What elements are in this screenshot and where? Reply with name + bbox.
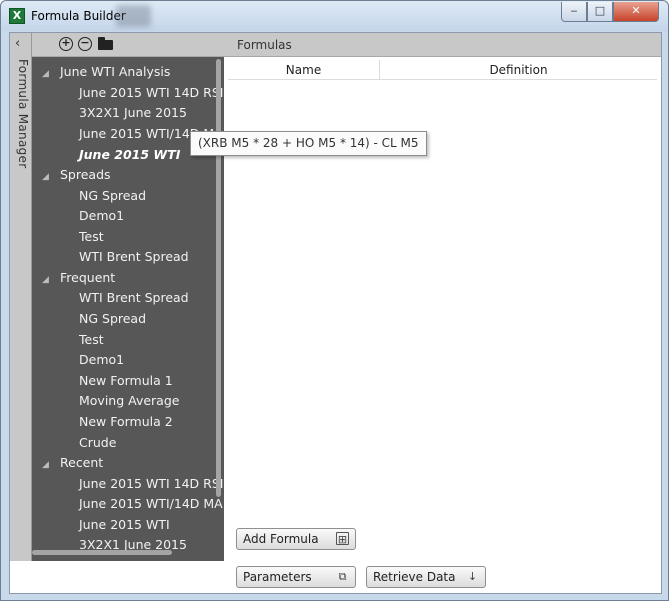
add-formula-icon: ⊞ (336, 532, 349, 546)
formulas-header-title: Formulas (237, 38, 292, 52)
maximize-button[interactable]: □ (587, 2, 613, 22)
tree-item[interactable]: NG Spread (79, 309, 146, 329)
expander-icon[interactable]: ◢ (42, 270, 54, 290)
tree-item[interactable]: Test (79, 330, 104, 350)
tree-group-spreads[interactable]: ◢ Spreads (42, 165, 111, 185)
tree-item[interactable]: NG Spread (79, 186, 146, 206)
formula-grid-header: Name Definition (228, 60, 657, 80)
tree-horizontal-scrollbar[interactable] (32, 550, 172, 555)
formula-manager-strip[interactable]: ‹ Formula Manager (10, 33, 32, 561)
tree-group-label: Frequent (60, 270, 116, 285)
expander-icon[interactable]: ◢ (42, 64, 54, 84)
folder-body-shape (98, 40, 113, 50)
tree-group-recent[interactable]: ◢ Recent (42, 453, 103, 473)
formula-manager-label: Formula Manager (16, 59, 30, 169)
tree-item[interactable]: Moving Average (79, 391, 179, 411)
tree-item[interactable]: Test (79, 227, 104, 247)
parameters-button[interactable]: Parameters ⧉ (236, 566, 356, 588)
collapse-arrow-icon[interactable]: ‹ (15, 36, 20, 51)
tree-group-label: Recent (60, 455, 104, 470)
tree-item[interactable]: Crude (79, 433, 116, 453)
window-title: Formula Builder (31, 9, 126, 23)
tree-item[interactable]: WTI Brent Spread (79, 288, 189, 308)
add-formula-label: Add Formula (243, 532, 319, 546)
tree-item-selected[interactable]: June 2015 WTI (79, 145, 180, 165)
tree-item[interactable]: 3X2X1 June 2015 (79, 103, 187, 123)
tree-item[interactable]: WTI Brent Spread (79, 247, 189, 267)
tree-item[interactable]: New Formula 2 (79, 412, 173, 432)
tree-group-label: June WTI Analysis (60, 64, 171, 79)
expander-icon[interactable]: ◢ (42, 167, 54, 187)
remove-circle-icon[interactable]: − (78, 37, 92, 51)
close-button[interactable]: ✕ (613, 2, 659, 22)
parameters-label: Parameters (243, 570, 312, 584)
formula-tooltip: (XRB M5 * 28 + HO M5 * 14) - CL M5 (190, 131, 427, 156)
add-formula-button[interactable]: Add Formula ⊞ (236, 528, 356, 550)
tree-vertical-scrollbar[interactable] (216, 59, 221, 497)
parameters-popout-icon: ⧉ (338, 570, 347, 583)
tree-group-frequent[interactable]: ◢ Frequent (42, 268, 115, 288)
expander-icon[interactable]: ◢ (42, 455, 54, 475)
tree-item[interactable]: New Formula 1 (79, 371, 173, 391)
formula-builder-window: X Formula Builder ‒ □ ✕ ‹ Formula Manage… (0, 0, 669, 601)
tree-item[interactable]: Demo1 (79, 206, 124, 226)
column-header-definition[interactable]: Definition (380, 60, 657, 80)
tree-item[interactable]: June 2015 WTI/14D MA (79, 494, 223, 514)
tree-group-label: Spreads (60, 167, 111, 182)
blurred-title-region (116, 5, 151, 27)
header-bar: + − Formulas (32, 33, 661, 57)
add-circle-icon[interactable]: + (59, 37, 73, 51)
column-header-name[interactable]: Name (228, 60, 380, 80)
title-bar[interactable]: X Formula Builder ‒ □ ✕ (1, 1, 668, 31)
client-area: ‹ Formula Manager + − Formulas ◢ June WTI… (9, 32, 662, 594)
tree-group-june-wti-analysis[interactable]: ◢ June WTI Analysis (42, 62, 170, 82)
retrieve-data-label: Retrieve Data (373, 570, 456, 584)
tree-item[interactable]: Demo1 (79, 350, 124, 370)
tree-item[interactable]: June 2015 WTI 14D RSI (79, 474, 223, 494)
tree-item[interactable]: June 2015 WTI 14D RSI (79, 83, 223, 103)
tree-item[interactable]: June 2015 WTI (79, 515, 170, 535)
excel-app-icon: X (9, 8, 25, 24)
retrieve-data-button[interactable]: Retrieve Data ↓ (366, 566, 486, 588)
minimize-button[interactable]: ‒ (561, 2, 587, 22)
download-arrow-icon: ↓ (467, 570, 478, 583)
folder-icon[interactable] (98, 37, 114, 51)
